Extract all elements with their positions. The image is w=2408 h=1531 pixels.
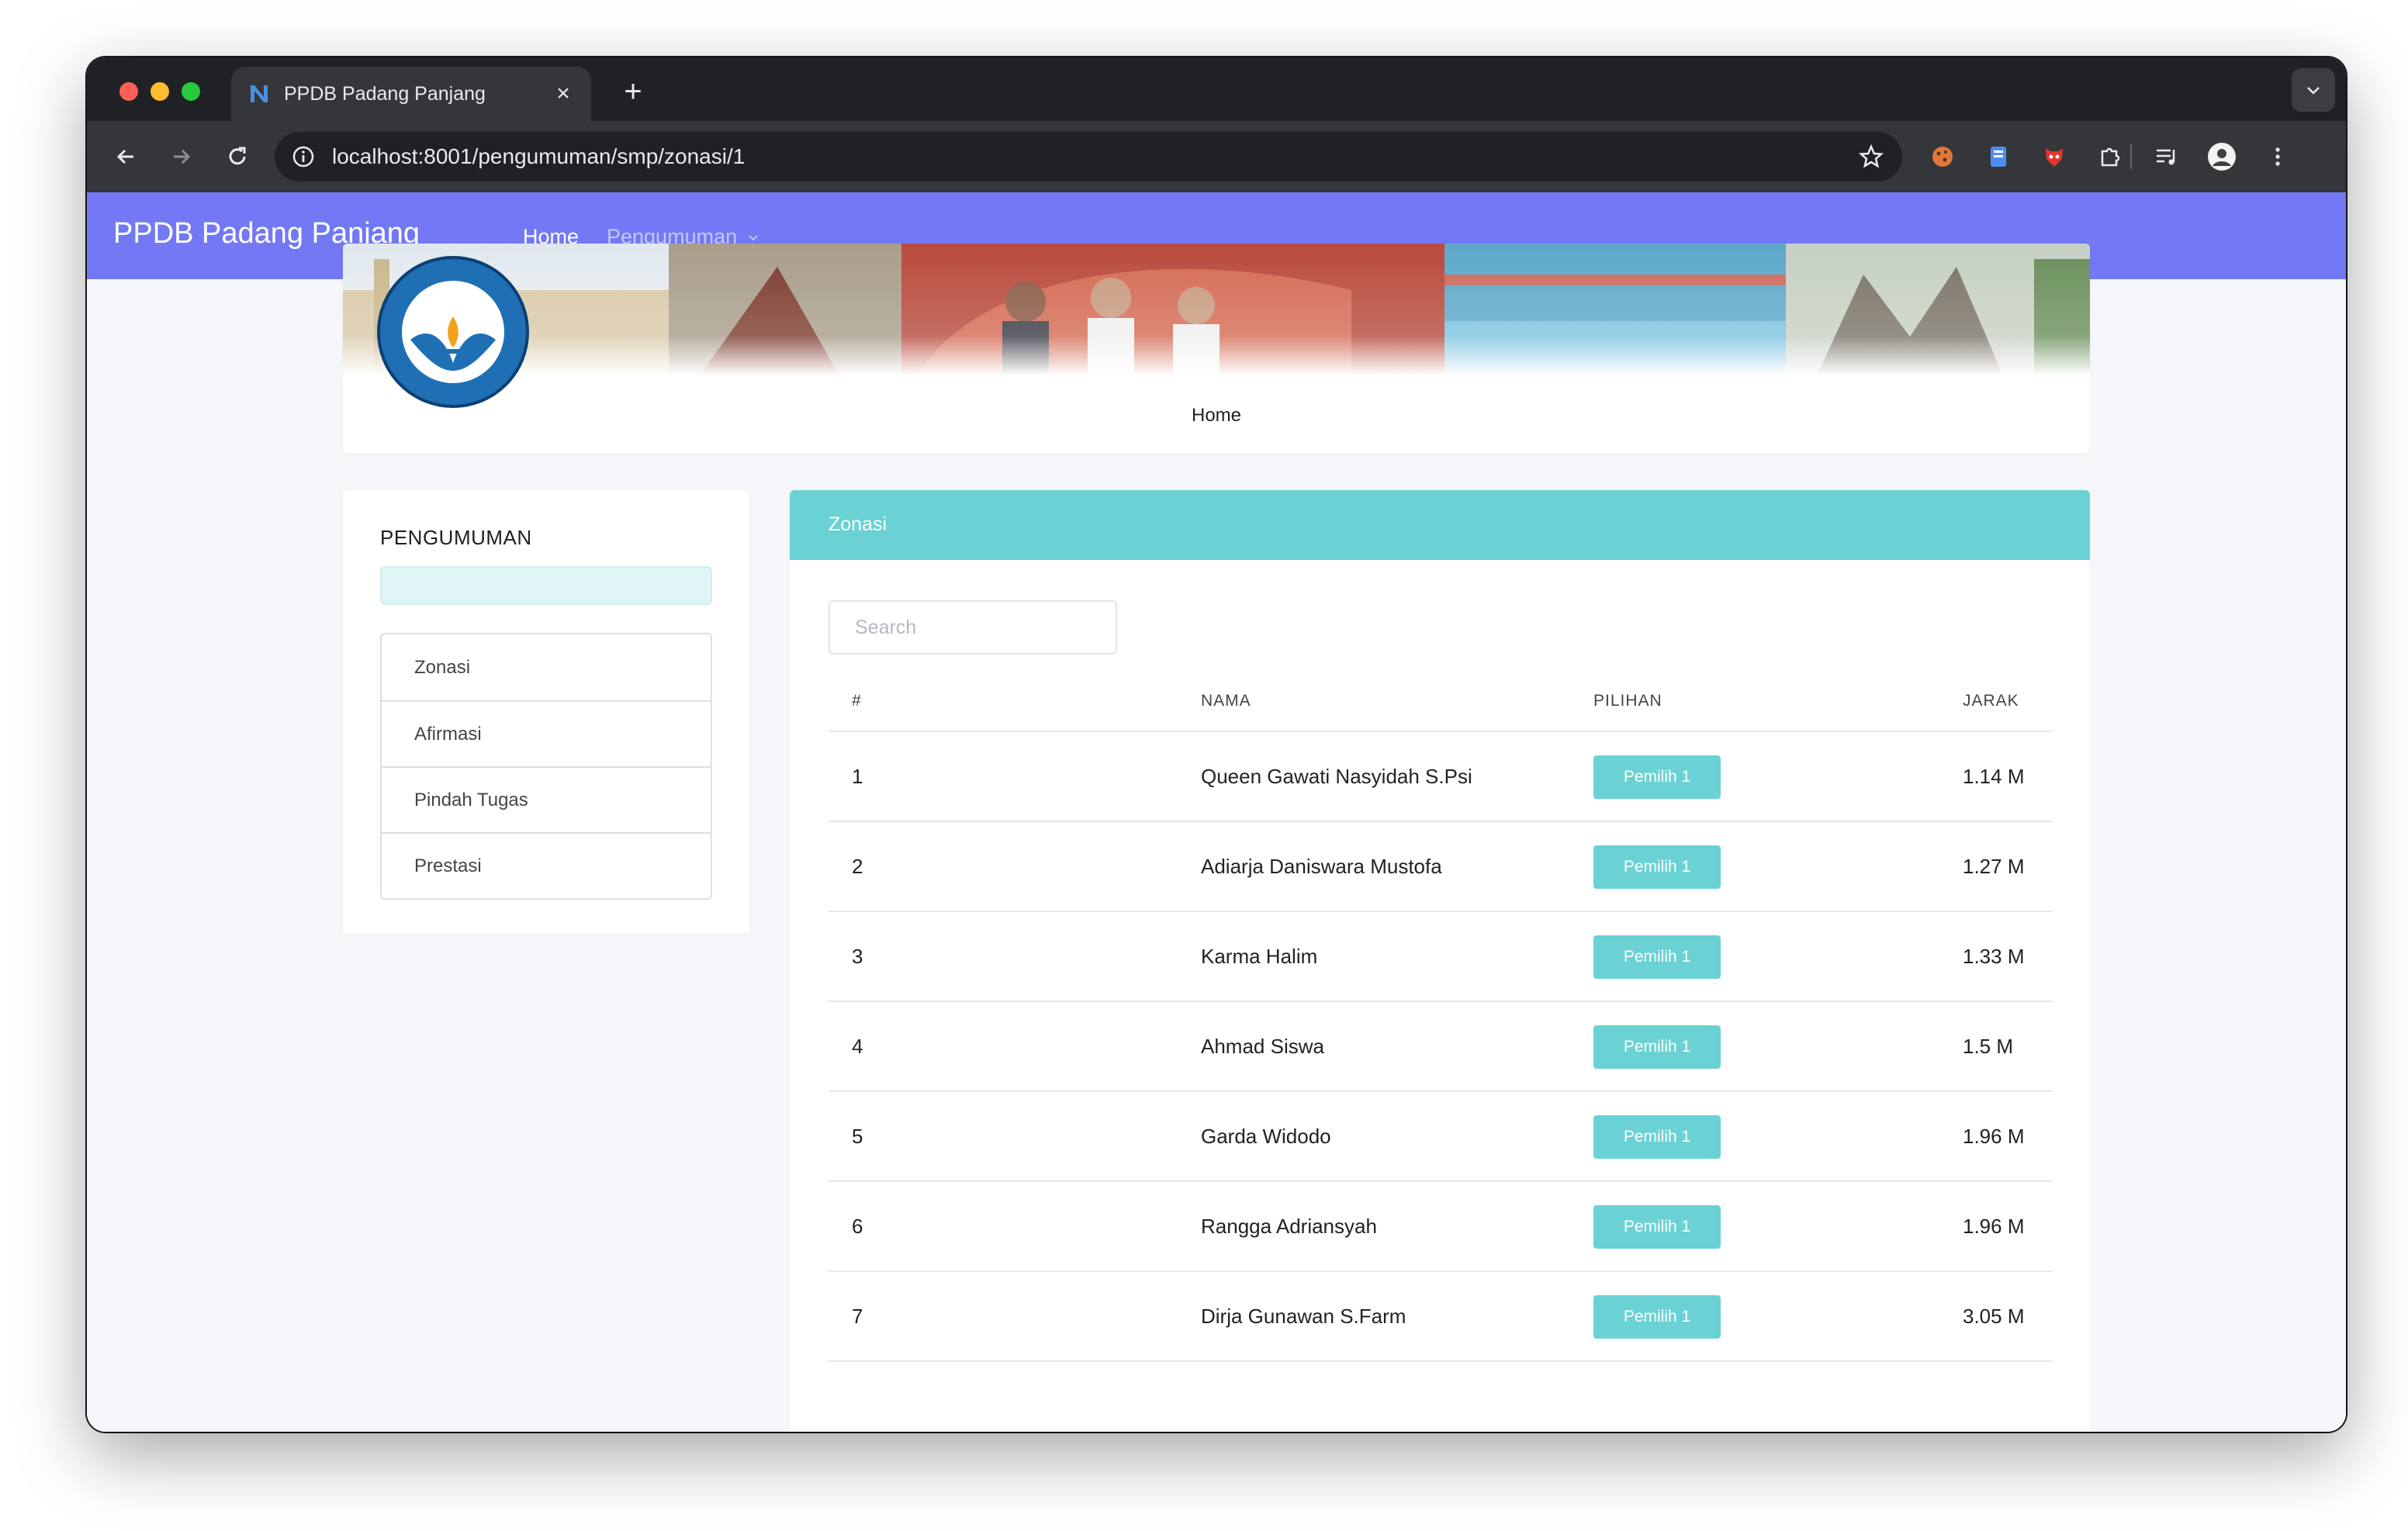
cookie-extension-icon[interactable] [1924, 138, 1961, 175]
row-number: 7 [852, 1305, 863, 1328]
sidebar-menu: Zonasi Afirmasi Pindah Tugas Prestasi [380, 633, 712, 900]
row-number: 5 [852, 1125, 863, 1148]
table-header: # NAMA PILIHAN JARAK [829, 670, 2053, 732]
browser-tab[interactable]: PPDB Padang Panjang × [231, 67, 591, 121]
back-icon[interactable] [106, 137, 146, 177]
column-header-nama[interactable]: NAMA [1201, 692, 1251, 710]
banner-caption: Home [1191, 405, 1242, 426]
sidebar-item-prestasi[interactable]: Prestasi [382, 832, 711, 898]
pilihan-badge: Pemilih 1 [1593, 1205, 1721, 1249]
row-jarak: 1.14 M [1963, 765, 2025, 788]
sidebar-card: PENGUMUMAN Zonasi Afirmasi Pindah Tugas … [343, 490, 749, 934]
row-jarak: 3.05 M [1963, 1305, 2025, 1328]
row-jarak: 1.5 M [1963, 1035, 2014, 1058]
browser-toolbar: localhost:8001/pengumuman/smp/zonasi/1 [87, 121, 2346, 192]
table-row: 2 Adiarja Daniswara Mustofa Pemilih 1 1.… [829, 822, 2053, 912]
browser-menu-icon[interactable] [2259, 138, 2296, 175]
table-row: 7 Dirja Gunawan S.Farm Pemilih 1 3.05 M [829, 1272, 2053, 1362]
chevron-down-icon [2307, 87, 2320, 95]
pilihan-badge: Pemilih 1 [1593, 1025, 1721, 1069]
row-number: 6 [852, 1215, 863, 1238]
zonasi-card: Zonasi # NAMA PILIHAN JARAK 1 Queen Gawa… [790, 490, 2090, 1432]
bookmark-star-icon[interactable] [1851, 137, 1891, 177]
chevron-down-icon [746, 230, 760, 244]
row-jarak: 1.33 M [1963, 945, 2025, 968]
tut-wuri-handayani-logo [377, 256, 529, 408]
table-row: 6 Rangga Adriansyah Pemilih 1 1.96 M [829, 1182, 2053, 1272]
site-favicon-icon [247, 81, 272, 106]
devtools-extension-icon[interactable] [2036, 138, 2073, 175]
reload-icon[interactable] [217, 137, 258, 177]
close-tab-icon[interactable]: × [549, 80, 577, 108]
table-row: 5 Garda Widodo Pemilih 1 1.96 M [829, 1092, 2053, 1182]
toolbar-separator [2130, 144, 2132, 169]
row-jarak: 1.96 M [1963, 1125, 2025, 1148]
row-number: 4 [852, 1035, 863, 1058]
address-bar[interactable]: localhost:8001/pengumuman/smp/zonasi/1 [275, 132, 1902, 181]
column-header-pilihan[interactable]: PILIHAN [1593, 692, 1662, 710]
row-number: 3 [852, 945, 863, 968]
card-title: Zonasi [829, 513, 887, 535]
row-jarak: 1.27 M [1963, 855, 2025, 878]
row-nama: Adiarja Daniswara Mustofa [1201, 855, 1442, 878]
sidebar-item-zonasi[interactable]: Zonasi [382, 634, 711, 700]
new-tab-icon[interactable]: + [613, 71, 653, 112]
url-text: localhost:8001/pengumuman/smp/zonasi/1 [332, 144, 746, 168]
table-row: 1 Queen Gawati Nasyidah S.Psi Pemilih 1 … [829, 732, 2053, 822]
tab-strip: PPDB Padang Panjang × + [87, 57, 2346, 121]
tab-title: PPDB Padang Panjang [284, 82, 486, 105]
close-window-button[interactable] [119, 82, 138, 101]
reader-extension-icon[interactable] [1980, 138, 2017, 175]
minimize-window-button[interactable] [150, 82, 169, 101]
extensions-puzzle-icon[interactable] [2091, 138, 2129, 175]
row-nama: Ahmad Siswa [1201, 1035, 1324, 1058]
table-row: 3 Karma Halim Pemilih 1 1.33 M [829, 912, 2053, 1002]
browser-window: PPDB Padang Panjang × + localhost:8001/p… [87, 57, 2346, 1432]
header-banner-card: Home [343, 244, 2090, 453]
row-nama: Rangga Adriansyah [1201, 1215, 1377, 1238]
row-nama: Dirja Gunawan S.Farm [1201, 1305, 1406, 1328]
search-input[interactable] [829, 600, 1117, 655]
row-number: 1 [852, 765, 863, 788]
profile-avatar-icon[interactable] [2203, 138, 2240, 175]
pilihan-badge: Pemilih 1 [1593, 1295, 1721, 1339]
tab-search-button[interactable] [2292, 68, 2335, 112]
media-control-icon[interactable] [2147, 138, 2185, 175]
web-page: PPDB Padang Panjang Home Pengumuman Home… [87, 192, 2346, 1432]
card-header: Zonasi [790, 490, 2090, 560]
forward-icon[interactable] [161, 137, 202, 177]
pilihan-badge: Pemilih 1 [1593, 1115, 1721, 1159]
row-nama: Karma Halim [1201, 945, 1318, 968]
column-header-jarak[interactable]: JARAK [1963, 692, 2019, 710]
column-header-num[interactable]: # [852, 692, 862, 710]
sidebar-item-afirmasi[interactable]: Afirmasi [382, 700, 711, 766]
pilihan-badge: Pemilih 1 [1593, 845, 1721, 889]
table-row: 4 Ahmad Siswa Pemilih 1 1.5 M [829, 1002, 2053, 1092]
row-nama: Garda Widodo [1201, 1125, 1331, 1148]
site-info-icon[interactable] [290, 143, 317, 170]
pilihan-badge: Pemilih 1 [1593, 935, 1721, 979]
row-jarak: 1.96 M [1963, 1215, 2025, 1238]
row-number: 2 [852, 855, 863, 878]
sidebar-title: PENGUMUMAN [380, 526, 532, 549]
pilihan-badge: Pemilih 1 [1593, 755, 1721, 799]
city-banner-image [343, 244, 2090, 375]
sidebar-item-pindah-tugas[interactable]: Pindah Tugas [382, 766, 711, 832]
sidebar-highlight-bar [380, 566, 712, 605]
row-nama: Queen Gawati Nasyidah S.Psi [1201, 765, 1472, 788]
maximize-window-button[interactable] [182, 82, 200, 101]
table-body: 1 Queen Gawati Nasyidah S.Psi Pemilih 1 … [829, 732, 2053, 1362]
